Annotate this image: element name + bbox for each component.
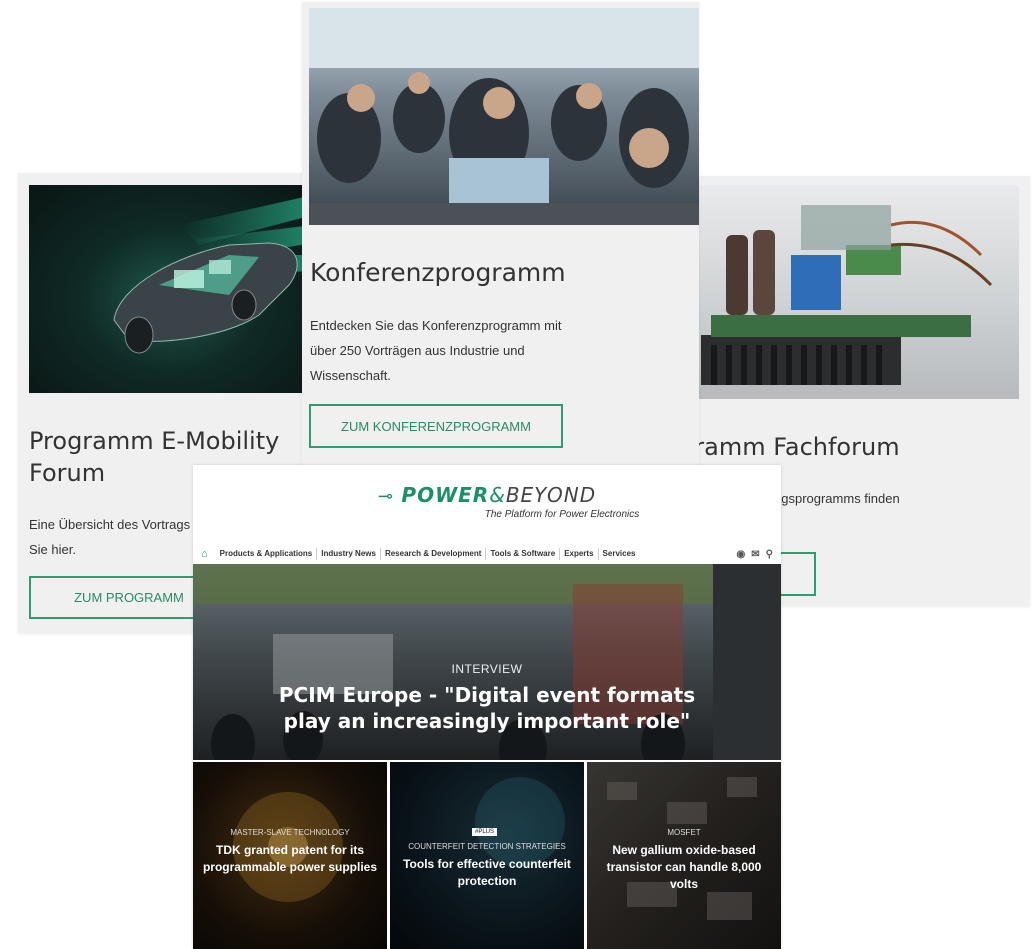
- site-logo[interactable]: ⊸ POWER&BEYOND The Platform for Power El…: [193, 483, 781, 520]
- nav-tools-software[interactable]: Tools & Software: [486, 548, 561, 560]
- card-konferenzprogramm: Konferenzprogramm Entdecken Sie das Konf…: [302, 2, 699, 472]
- card-description: agsprogramms finden: [774, 491, 900, 506]
- tile-title[interactable]: New gallium oxide-based transistor can h…: [595, 842, 773, 893]
- hero-title[interactable]: PCIM Europe - "Digital event formats pla…: [193, 682, 781, 734]
- nav-services[interactable]: Services: [599, 548, 640, 560]
- user-icon[interactable]: ◉: [737, 549, 746, 560]
- hero-article[interactable]: INTERVIEW PCIM Europe - "Digital event f…: [193, 564, 781, 760]
- card-description: Eine Übersicht des Vortrags Sie hier.: [29, 517, 191, 557]
- logo-power: POWER: [401, 483, 490, 507]
- hero-kicker: INTERVIEW: [451, 662, 523, 676]
- nav-industry-news[interactable]: Industry News: [317, 548, 381, 560]
- plug-icon: ⊸: [377, 486, 393, 506]
- home-icon[interactable]: ⌂: [193, 548, 216, 560]
- card-title: Konferenzprogramm: [310, 258, 566, 287]
- article-tile-tdk[interactable]: MASTER-SLAVE TECHNOLOGY TDK granted pate…: [193, 762, 387, 949]
- article-tile-counterfeit[interactable]: #PLUS COUNTERFEIT DETECTION STRATEGIES T…: [390, 762, 584, 949]
- search-icon[interactable]: ⚲: [766, 549, 773, 560]
- main-navigation: ⌂ Products & Applications Industry News …: [193, 545, 781, 563]
- tile-kicker: MOSFET: [667, 828, 701, 837]
- tile-title[interactable]: Tools for effective coun­terfeit protect…: [398, 856, 576, 890]
- plus-badge: #PLUS: [472, 828, 498, 836]
- site-tagline: The Platform for Power Electronics: [484, 509, 640, 520]
- logo-amp: &: [489, 483, 506, 507]
- power-beyond-website: ⊸ POWER&BEYOND The Platform for Power El…: [193, 465, 781, 949]
- card-description: Entdecken Sie das Konferenzprogramm mit …: [310, 318, 562, 383]
- nav-experts[interactable]: Experts: [560, 548, 599, 560]
- tile-kicker: COUNTERFEIT DETECTION STRATEGIES: [408, 842, 566, 851]
- electric-car-image: [29, 185, 313, 393]
- tile-kicker: MASTER-SLAVE TECHNOLOGY: [230, 828, 350, 837]
- article-tile-mosfet[interactable]: MOSFET New gallium oxide-based transisto…: [587, 762, 781, 949]
- nav-research-development[interactable]: Research & Development: [381, 548, 487, 560]
- zum-konferenzprogramm-button[interactable]: ZUM KONFERENZPROGRAMM: [309, 404, 563, 448]
- tile-title[interactable]: TDK granted patent for its programmable …: [201, 842, 379, 876]
- conference-audience-image: [309, 8, 699, 225]
- nav-products-applications[interactable]: Products & Applications: [216, 548, 318, 560]
- logo-beyond: BEYOND: [505, 483, 597, 507]
- mail-icon[interactable]: ✉: [751, 549, 759, 560]
